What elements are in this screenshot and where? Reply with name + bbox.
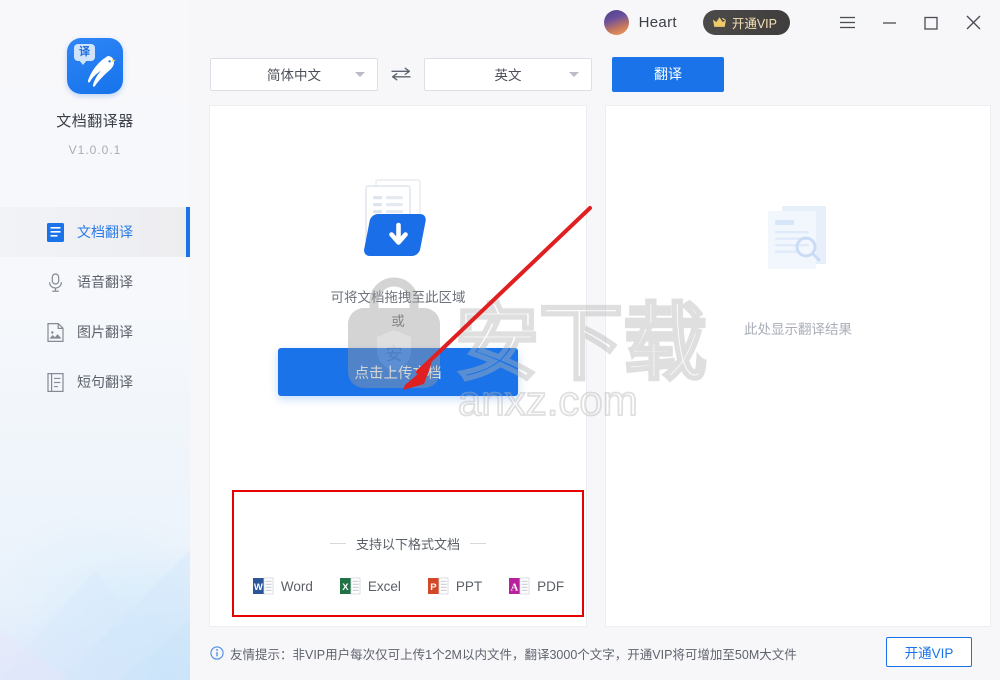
- chevron-down-icon: [569, 72, 579, 77]
- user-name: Heart: [638, 14, 677, 31]
- drop-hint: 可将文档拖拽至此区域 或: [331, 286, 466, 334]
- open-vip-label: 开通VIP: [731, 17, 777, 31]
- footer-tip: 友情提示：非VIP用户每次仅可上传1个2M以内文件，翻译3000个文字，开通VI…: [210, 644, 797, 663]
- drop-hint-line1: 可将文档拖拽至此区域: [330, 290, 466, 305]
- format-label: Excel: [367, 578, 401, 594]
- divider-right: [470, 543, 486, 544]
- word-file-icon: W: [252, 577, 274, 595]
- supported-formats-title: 支持以下格式文档: [234, 534, 582, 553]
- footer-open-vip-button[interactable]: 开通VIP: [886, 637, 972, 667]
- swap-languages-button[interactable]: [378, 67, 424, 81]
- brand-block: 译 文档翻译器 V1.0.0.1: [0, 0, 190, 157]
- hamburger-menu-button[interactable]: [826, 3, 868, 43]
- format-item-word: W Word: [252, 575, 313, 597]
- footer-bar: 友情提示：非VIP用户每次仅可上传1个2M以内文件，翻译3000个文字，开通VI…: [190, 626, 1000, 680]
- app-title: 文档翻译器: [56, 113, 134, 130]
- text-lines-icon: [47, 372, 64, 392]
- swap-arrows-icon: [391, 67, 411, 81]
- format-label: PPT: [455, 578, 483, 594]
- document-icon: [47, 222, 64, 242]
- format-item-ppt: P PPT: [427, 575, 482, 597]
- minimize-icon: [882, 22, 896, 24]
- svg-text:P: P: [430, 582, 437, 593]
- sidebar-item-document-translate[interactable]: 文档翻译: [0, 207, 190, 257]
- pdf-file-icon: A: [509, 577, 530, 595]
- avatar: [603, 10, 629, 35]
- upload-document-button[interactable]: 点击上传文档: [278, 348, 518, 396]
- maximize-icon: [924, 16, 938, 30]
- svg-text:X: X: [342, 582, 349, 593]
- image-icon: [47, 322, 64, 342]
- close-button[interactable]: [952, 3, 994, 43]
- sidebar-item-voice-translate[interactable]: 语音翻译: [0, 257, 190, 307]
- excel-file-icon: X: [339, 577, 361, 595]
- footer-tip-text: 友情提示：非VIP用户每次仅可上传1个2M以内文件，翻译3000个文字，开通VI…: [230, 647, 797, 662]
- sidebar-decorative-polygons: [0, 550, 190, 680]
- supported-formats-list: W Word X Excel P PPT A PDF: [234, 575, 582, 597]
- sidebar-nav: 文档翻译 语音翻译 图片翻译 短句翻译: [0, 207, 190, 407]
- sidebar-item-image-translate[interactable]: 图片翻译: [0, 307, 190, 357]
- language-toolbar: 简体中文 英文 翻译: [190, 45, 1000, 103]
- source-language-select[interactable]: 简体中文: [210, 57, 378, 91]
- app-version: V1.0.0.1: [68, 143, 122, 157]
- close-icon: [966, 15, 980, 30]
- format-item-pdf: A PDF: [508, 575, 564, 597]
- supported-formats-label: 支持以下格式文档: [355, 537, 460, 552]
- info-circle-icon: [210, 646, 224, 660]
- main-panels: 可将文档拖拽至此区域 或 点击上传文档 支持以下格式文档 W Word X Ex…: [210, 106, 990, 626]
- supported-formats-box: 支持以下格式文档 W Word X Excel P PPT A PDF: [232, 490, 584, 617]
- user-profile[interactable]: Heart: [603, 10, 677, 35]
- drop-hint-line2: 或: [391, 314, 405, 329]
- format-label: PDF: [537, 578, 565, 594]
- bird-icon: [87, 56, 116, 87]
- sidebar-item-label: 文档翻译: [77, 224, 133, 240]
- divider-left: [329, 543, 346, 544]
- minimize-button[interactable]: [868, 3, 910, 43]
- sidebar-item-label: 短句翻译: [77, 374, 133, 390]
- file-drop-zone[interactable]: 可将文档拖拽至此区域 或 点击上传文档: [210, 106, 586, 482]
- maximize-button[interactable]: [910, 3, 952, 43]
- crown-icon: [712, 17, 726, 27]
- microphone-icon: [49, 272, 62, 292]
- sidebar-item-label: 语音翻译: [77, 274, 133, 290]
- sidebar: 译 文档翻译器 V1.0.0.1 文档翻译 语音翻译 图片翻译 短句翻译: [0, 0, 190, 680]
- svg-text:W: W: [254, 582, 263, 593]
- app-window: 译 文档翻译器 V1.0.0.1 文档翻译 语音翻译 图片翻译 短句翻译 Hea…: [0, 0, 1000, 680]
- format-item-excel: X Excel: [339, 575, 401, 597]
- result-empty-state: 此处显示翻译结果: [606, 106, 990, 626]
- sidebar-item-sentence-translate[interactable]: 短句翻译: [0, 357, 190, 407]
- open-vip-button[interactable]: 开通VIP: [702, 10, 790, 35]
- chevron-down-icon: [355, 72, 365, 77]
- result-empty-text: 此处显示翻译结果: [744, 322, 852, 337]
- svg-text:A: A: [511, 582, 519, 593]
- target-language-value: 英文: [494, 68, 522, 83]
- document-search-icon: [768, 206, 826, 269]
- window-controls: [826, 3, 994, 43]
- title-bar: Heart 开通VIP: [190, 0, 1000, 45]
- sidebar-item-label: 图片翻译: [77, 324, 133, 340]
- source-language-value: 简体中文: [267, 68, 321, 83]
- translate-button[interactable]: 翻译: [612, 56, 724, 92]
- hamburger-menu-icon: [839, 16, 855, 29]
- format-label: Word: [280, 578, 313, 594]
- target-language-select[interactable]: 英文: [424, 57, 592, 91]
- source-panel: 可将文档拖拽至此区域 或 点击上传文档 支持以下格式文档 W Word X Ex…: [210, 106, 586, 626]
- ppt-file-icon: P: [427, 577, 449, 595]
- result-panel: 此处显示翻译结果: [606, 106, 990, 626]
- document-upload-icon: [350, 178, 446, 264]
- app-logo: 译: [67, 38, 123, 94]
